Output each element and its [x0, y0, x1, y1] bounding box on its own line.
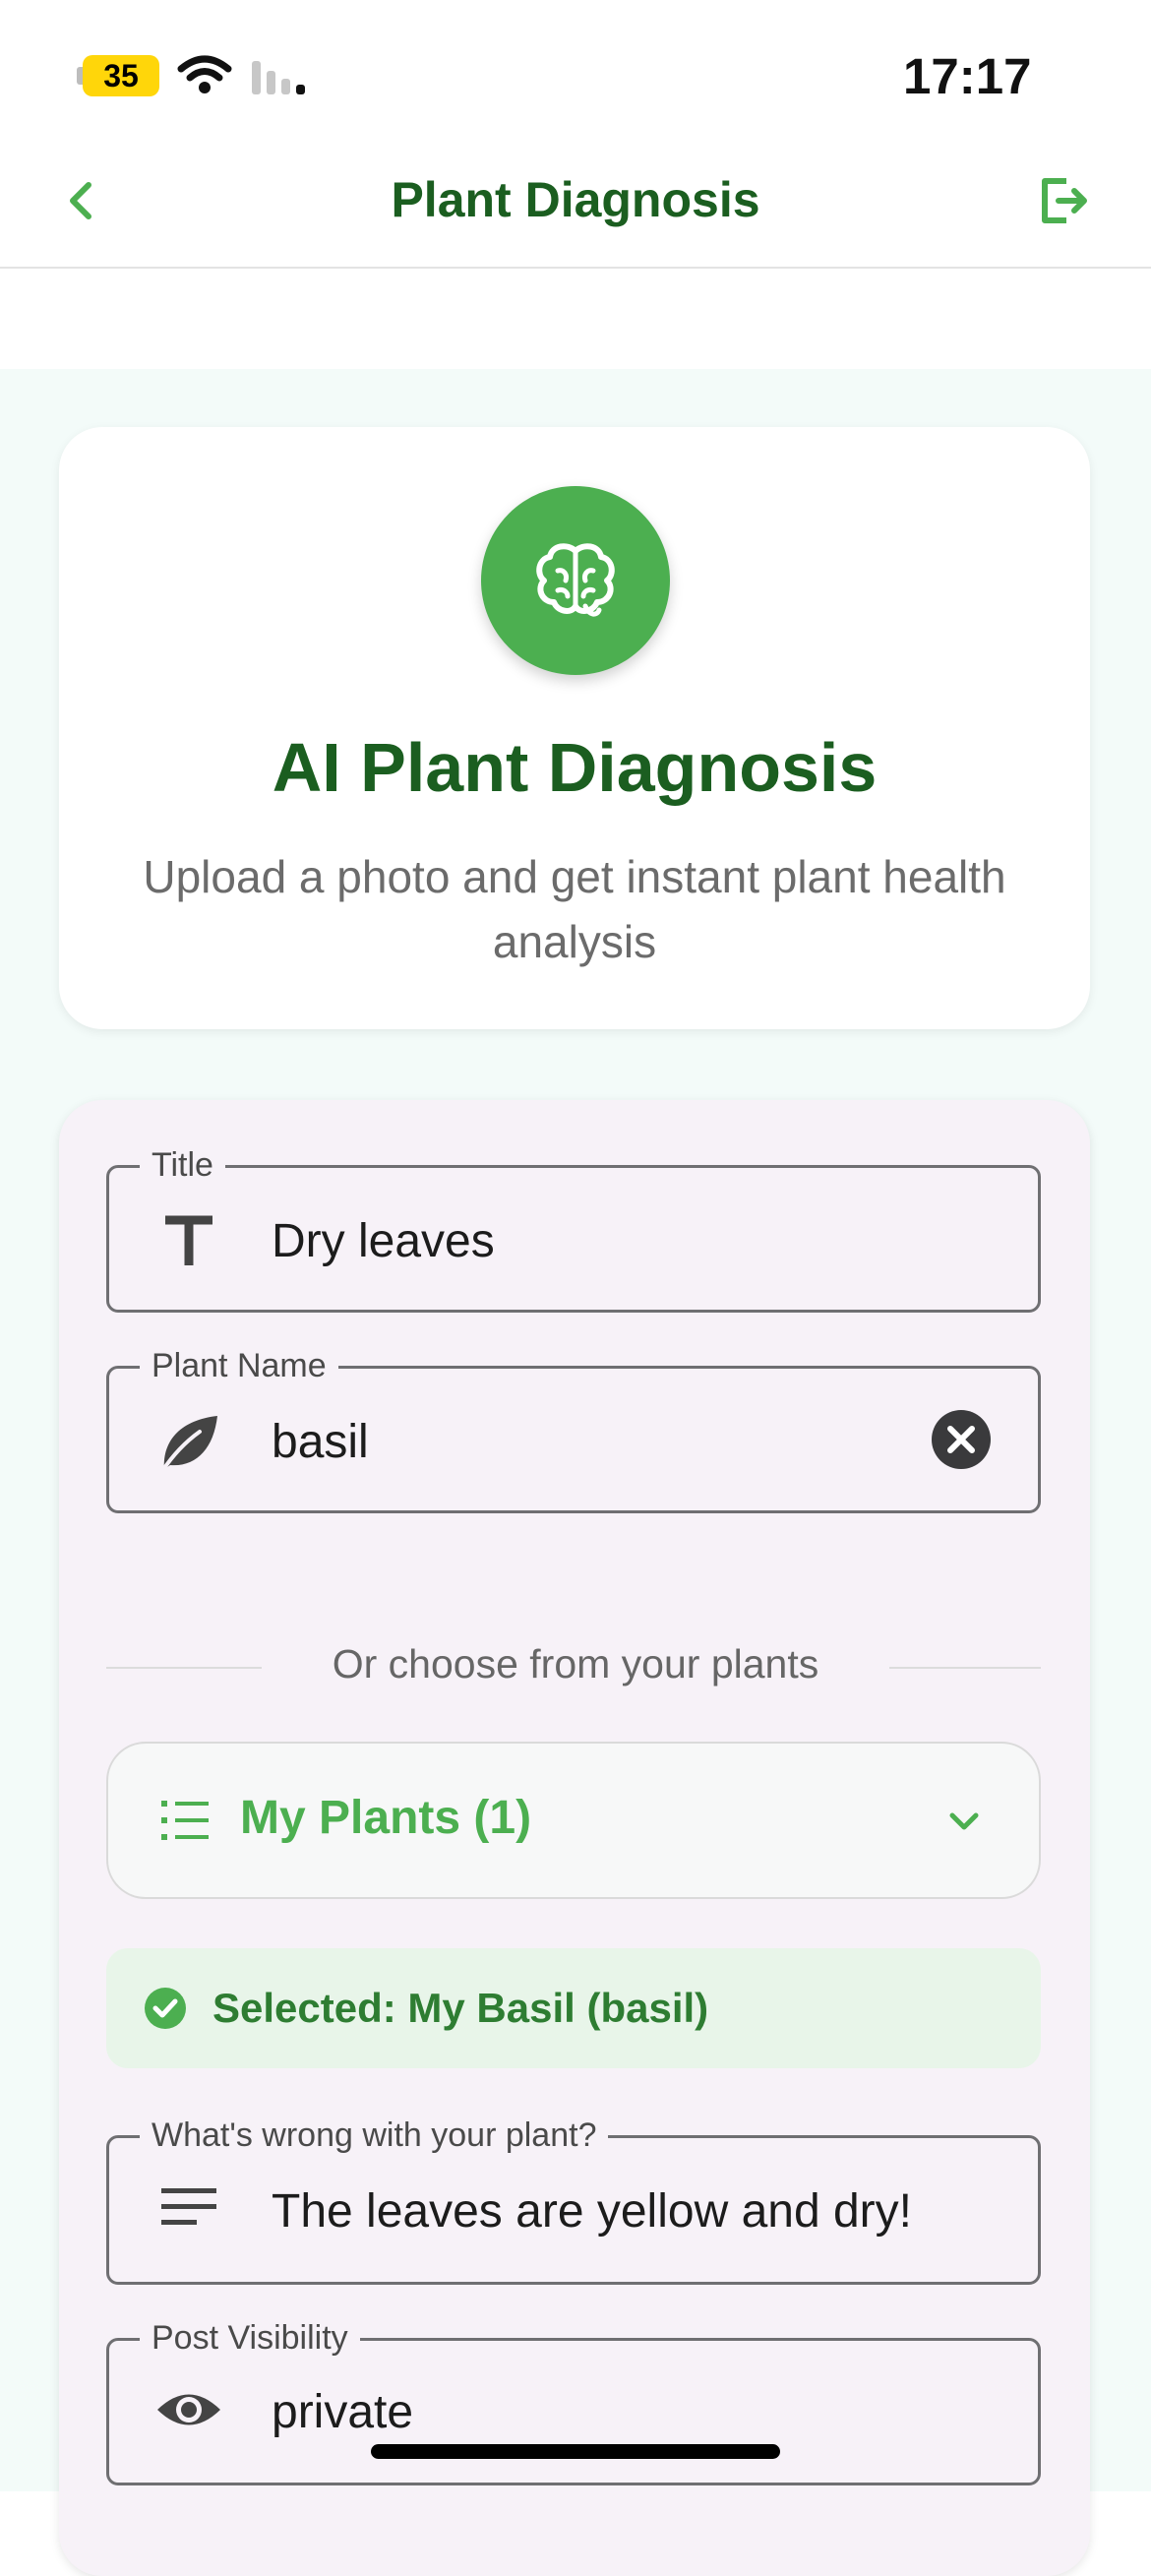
choose-from-plants-text: Or choose from your plants — [332, 1641, 819, 1687]
eye-icon — [157, 2394, 220, 2425]
problem-field-value: The leaves are yellow and dry! — [272, 2185, 912, 2238]
my-plants-label: My Plants (1) — [240, 1792, 532, 1844]
page-title: Plant Diagnosis — [391, 172, 760, 227]
title-field[interactable] — [106, 1165, 1041, 1313]
title-field-label: Title — [140, 1145, 225, 1185]
logout-button[interactable] — [1037, 173, 1092, 228]
post-visibility-field[interactable] — [106, 2338, 1041, 2485]
wifi-icon — [177, 55, 232, 93]
problem-field-label: What's wrong with your plant? — [140, 2116, 609, 2155]
signal-icon — [252, 61, 305, 94]
notes-icon — [161, 2188, 216, 2225]
battery-badge: 35 — [83, 55, 159, 96]
logout-icon — [1042, 178, 1087, 223]
leaf-icon — [153, 1407, 224, 1478]
header-divider — [0, 267, 1151, 269]
clear-plant-name-button[interactable] — [931, 1409, 992, 1470]
hero-title: AI Plant Diagnosis — [272, 729, 878, 806]
visibility-field-value: private — [272, 2386, 414, 2438]
divider-line-right — [889, 1667, 1041, 1669]
selected-plant-text: Selected: My Basil (basil) — [212, 1985, 709, 2031]
status-time: 17:17 — [903, 48, 1032, 104]
hero-subtitle: Upload a photo and get instant plant hea… — [143, 851, 1006, 967]
check-circle-icon — [145, 1988, 186, 2029]
brain-icon — [536, 543, 615, 617]
visibility-field-label: Post Visibility — [140, 2318, 360, 2358]
title-field-value: Dry leaves — [272, 1215, 495, 1267]
hero-icon-circle — [481, 486, 670, 675]
plant-name-field[interactable] — [106, 1366, 1041, 1513]
chevron-down-icon — [949, 1812, 979, 1830]
clear-icon — [932, 1410, 991, 1469]
plant-name-field-value: basil — [272, 1416, 369, 1468]
list-icon — [161, 1801, 209, 1840]
plant-name-field-label: Plant Name — [140, 1346, 338, 1385]
text-format-icon — [157, 1208, 220, 1271]
home-indicator[interactable] — [371, 2444, 780, 2459]
